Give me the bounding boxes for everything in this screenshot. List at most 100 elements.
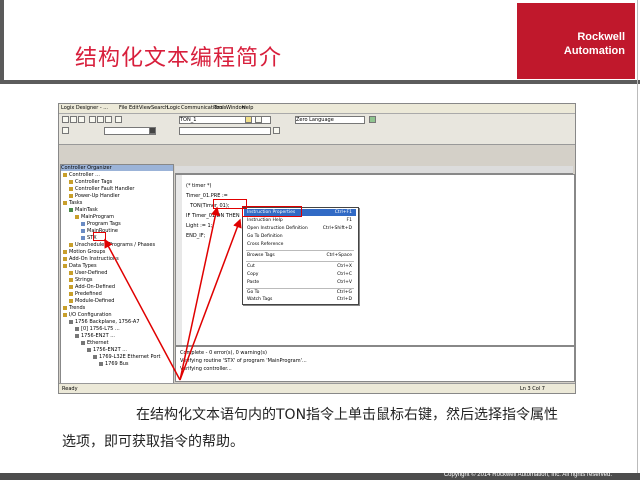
output-line: Complete - 0 error(s), 0 warning(s) [180, 350, 267, 356]
controller-icon [149, 127, 156, 134]
ide-screenshot: Logix Designer - ... File Edit View Sear… [58, 103, 576, 394]
tree-item[interactable]: 1756 Backplane, 1756-A7 [69, 319, 140, 325]
path-field[interactable] [179, 127, 271, 135]
menu-separator [246, 250, 354, 251]
tree-item[interactable]: 1756-EN2T ... [75, 333, 115, 339]
tree-item[interactable]: Controller Fault Handler [69, 186, 134, 192]
tree-item[interactable]: Program Tags [81, 221, 121, 227]
slide-title: 结构化文本编程简介 [75, 46, 283, 71]
tree-item[interactable]: Predefined [69, 291, 102, 297]
language-combo[interactable]: Zero Language [295, 116, 365, 124]
instruction-tabstrip [175, 166, 573, 174]
tree-item[interactable]: Power-Up Handler [69, 193, 120, 199]
hotkey: Ctrl+C [337, 272, 352, 277]
hotkey: Ctrl+G [336, 290, 352, 295]
tree-item[interactable]: [0] 1756-L75 ... [75, 326, 120, 332]
tree-item[interactable]: 1756-EN2T ... [87, 347, 127, 353]
tag-icon [81, 221, 85, 226]
slide-footer: Copyright © 2014 Rockwell Automation, In… [0, 472, 640, 480]
menu-view[interactable]: View [139, 105, 151, 111]
tree-item[interactable]: Controller Tags [69, 179, 112, 185]
tree-item[interactable]: Ethernet [81, 340, 109, 346]
tree-item[interactable]: MainProgram [75, 214, 114, 220]
tree-item[interactable]: Controller ... [63, 172, 100, 178]
folder-icon [69, 277, 73, 282]
menu-separator [246, 288, 354, 289]
go-icon[interactable] [369, 116, 376, 123]
menu-tools[interactable]: Tools [214, 105, 226, 111]
tree-item[interactable]: 1769 Bus [99, 361, 129, 367]
menu-help[interactable]: Help [242, 105, 253, 111]
menu-bar: Logix Designer - ... File Edit View Sear… [59, 104, 575, 114]
cut-icon[interactable] [89, 116, 96, 123]
routine-icon [81, 228, 85, 233]
menu-item-copy[interactable]: Copy [247, 272, 258, 277]
module-icon [99, 361, 103, 366]
menu-search[interactable]: Search [151, 105, 168, 111]
tree-item[interactable]: Tasks [63, 200, 82, 206]
routine-icon[interactable] [255, 116, 262, 123]
menu-file[interactable]: File [119, 105, 127, 111]
tree-item[interactable]: Add-On-Defined [69, 284, 115, 290]
menu-edit[interactable]: Edit [129, 105, 139, 111]
tree-item[interactable]: Motion Groups [63, 249, 105, 255]
hotkey: F1 [346, 218, 352, 223]
module-icon [87, 347, 91, 352]
menu-item-browse-tags[interactable]: Browse Tags [247, 253, 275, 258]
context-menu: Instruction Properties Ctrl+F1 Instructi… [242, 207, 359, 305]
menu-separator [246, 261, 354, 262]
menu-item-instruction-help[interactable]: Instruction Help [247, 218, 283, 223]
tree-item[interactable]: User-Defined [69, 270, 107, 276]
tree-item[interactable]: Data Types [63, 263, 97, 269]
menu-item-watch-tags[interactable]: Watch Tags [247, 297, 272, 302]
code-line[interactable]: END_IF; [186, 233, 205, 239]
tree-item[interactable]: Strings [69, 277, 93, 283]
folder-icon [69, 193, 73, 198]
properties-highlight-box [242, 206, 302, 217]
tree-item[interactable]: Trends [63, 305, 85, 311]
menu-item-open-definition[interactable]: Open Instruction Definition [247, 226, 308, 231]
folder-icon [63, 249, 67, 254]
folder-icon [69, 291, 73, 296]
tree-item[interactable]: I/O Configuration [63, 312, 112, 318]
status-bar: Ready Ln 3 Col 7 [59, 383, 575, 393]
browse-icon[interactable] [273, 127, 280, 134]
menu-item-cross-reference[interactable]: Cross Reference [247, 242, 283, 247]
copy-icon[interactable] [97, 116, 104, 123]
hotkey: Ctrl+Shift+D [322, 226, 352, 231]
module-icon [75, 326, 79, 331]
menu-item-go-to-definition[interactable]: Go To Definition [247, 234, 283, 239]
folder-icon [63, 312, 67, 317]
code-line[interactable]: Light := 1; [186, 223, 212, 229]
editor-gutter [176, 175, 182, 345]
menu-item-cut[interactable]: Cut [247, 264, 255, 269]
new-icon[interactable] [62, 116, 69, 123]
window-title: Logix Designer - ... [61, 105, 109, 111]
online-icon[interactable] [62, 127, 69, 134]
menu-logic[interactable]: Logic [167, 105, 180, 111]
save-icon[interactable] [78, 116, 85, 123]
output-line: Verifying controller... [180, 366, 232, 372]
tree-item[interactable]: MainTask [69, 207, 98, 213]
menu-item-go-to[interactable]: Go To [247, 290, 259, 295]
logo-line1: Rockwell [577, 31, 625, 43]
tree-item[interactable]: Unscheduled Programs / Phases [69, 242, 155, 248]
verify-icon[interactable] [245, 116, 252, 123]
paste-icon[interactable] [105, 116, 112, 123]
tree-item[interactable]: Add-On Instructions [63, 256, 119, 262]
slide-caption: 在结构化文本语句内的TON指令上单击鼠标右键，然后选择指令属性选项，即可获取指令… [62, 407, 559, 450]
folder-icon [63, 256, 67, 261]
menu-item-paste[interactable]: Paste [247, 280, 259, 285]
code-line[interactable]: IF Timer_01.DN THEN [186, 213, 240, 219]
folder-icon [63, 172, 67, 177]
hotkey: Ctrl+X [337, 264, 352, 269]
folder-icon [69, 186, 73, 191]
rockwell-logo: Rockwell Automation [517, 3, 635, 79]
open-icon[interactable] [70, 116, 77, 123]
module-icon [93, 354, 97, 359]
tree-item[interactable]: 1769-L32E Ethernet Port [93, 354, 160, 360]
code-line[interactable]: (* timer *) [186, 183, 211, 189]
undo-icon[interactable] [115, 116, 122, 123]
folder-icon [63, 305, 67, 310]
tree-item[interactable]: Module-Defined [69, 298, 114, 304]
